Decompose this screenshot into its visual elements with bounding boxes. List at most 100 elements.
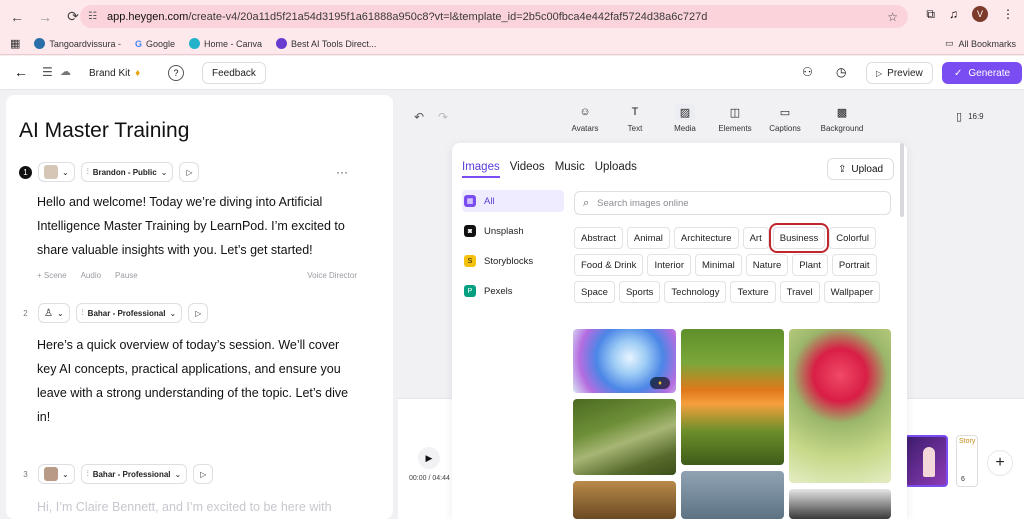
chevron-down-icon: ⌄ [62, 167, 69, 177]
scene-1-script[interactable]: Hello and welcome! Today we’re diving in… [37, 190, 357, 262]
generate-button[interactable]: ✓ Generate [942, 62, 1023, 84]
category-sports[interactable]: Sports [618, 281, 661, 303]
bookmark-canva[interactable]: Home - Canva [189, 38, 262, 49]
category-wallpaper[interactable]: Wallpaper [823, 281, 881, 303]
extensions-icon[interactable]: ⧉ [926, 7, 935, 22]
bookmark-ai-tools[interactable]: Best AI Tools Direct... [276, 38, 376, 49]
apps-grid-icon[interactable]: ▦ [10, 37, 20, 50]
scene-thumbnail[interactable] [904, 435, 948, 487]
play-scene-button[interactable]: ▷ [179, 162, 200, 182]
scene-number: 1 [19, 165, 32, 179]
tool-text[interactable]: T Text [610, 104, 660, 133]
media-scrollbar[interactable] [900, 143, 904, 217]
scene-thumbnail[interactable]: Story 6 [956, 435, 978, 487]
category-animal[interactable]: Animal [626, 227, 670, 249]
category-nature[interactable]: Nature [745, 254, 789, 276]
image-orange-flower[interactable] [681, 329, 784, 465]
tab-uploads[interactable]: Uploads [595, 161, 637, 178]
page-title[interactable]: AI Master Training [19, 119, 189, 143]
source-storyblocks[interactable]: S Storyblocks [462, 250, 564, 272]
tab-videos[interactable]: Videos [510, 161, 545, 178]
tab-music[interactable]: Music [555, 161, 585, 178]
back-arrow-icon[interactable]: ← [6, 6, 28, 28]
tab-images[interactable]: Images [462, 161, 500, 178]
avatar-select[interactable]: ♙ ⌄ [38, 303, 70, 323]
image-red-dahlia[interactable] [789, 329, 891, 483]
source-all[interactable]: ▦ All [462, 190, 564, 212]
image-field[interactable] [573, 481, 676, 519]
timeline-time: 00:00 / 04:44 [409, 475, 450, 482]
category-abstract[interactable]: Abstract [574, 227, 623, 249]
category-space[interactable]: Space [574, 281, 615, 303]
voice-select[interactable]: ⫶ Bahar - Professional ⌄ [75, 303, 183, 323]
category-colorful[interactable]: Colorful [829, 227, 877, 249]
tool-background[interactable]: ▩ Background [810, 104, 874, 134]
category-travel[interactable]: Travel [779, 281, 820, 303]
menu-icon[interactable]: ☰ [42, 65, 53, 79]
tool-elements[interactable]: ◫ Elements [710, 104, 760, 134]
bookmark-google[interactable]: G Google [135, 39, 175, 49]
star-icon[interactable]: ☆ [887, 10, 898, 24]
add-scene-icon[interactable]: + [988, 451, 1012, 475]
search-box: ⌕ [574, 191, 891, 215]
category-art[interactable]: Art [742, 227, 769, 249]
voice-select[interactable]: ⫶ Brandon - Public ⌄ [80, 162, 174, 182]
scene-2-script[interactable]: Here’s a quick overview of today’s sessi… [37, 333, 357, 429]
back-icon[interactable]: ← [14, 64, 28, 80]
tool-captions[interactable]: ▭ Captions [760, 104, 810, 134]
text-icon: T [631, 106, 639, 118]
pause-button[interactable]: Pause [115, 271, 138, 280]
all-bookmarks[interactable]: ▭ All Bookmarks [945, 38, 1016, 49]
avatar-select[interactable]: ⌄ [38, 162, 75, 182]
voice-select[interactable]: ⫶ Bahar - Professional ⌄ [80, 464, 188, 484]
redo-icon[interactable]: ↷ [438, 110, 448, 124]
category-technology[interactable]: Technology [664, 281, 727, 303]
avatar-select[interactable]: ⌄ [38, 464, 75, 484]
category-plant[interactable]: Plant [792, 254, 828, 276]
category-interior[interactable]: Interior [647, 254, 692, 276]
image-sky[interactable] [681, 471, 784, 519]
timeline-play-button[interactable]: ▶ [418, 447, 440, 469]
add-scene-button[interactable]: + Scene [37, 271, 67, 280]
bookmark-wordpress[interactable]: Tangoardvissura - [34, 38, 121, 49]
tool-media[interactable]: ▨ Media [660, 104, 710, 133]
brand-kit-button[interactable]: Brand Kit ♦ [80, 62, 150, 84]
play-icon: ▷ [876, 68, 883, 78]
feedback-button[interactable]: Feedback [202, 62, 266, 84]
play-scene-button[interactable]: ▷ [193, 464, 214, 484]
upload-button[interactable]: ⇪ Upload [827, 158, 895, 180]
image-grass[interactable] [573, 399, 676, 475]
media-control-icon[interactable]: ♫ [949, 7, 958, 21]
more-options-icon[interactable]: ··· [336, 165, 348, 179]
category-business[interactable]: Business [768, 223, 830, 253]
source-unsplash[interactable]: ◙ Unsplash [462, 220, 564, 242]
profile-avatar[interactable]: V [972, 6, 988, 22]
preview-button[interactable]: ▷ Preview [866, 62, 933, 84]
category-architecture[interactable]: Architecture [673, 227, 739, 249]
play-scene-button[interactable]: ▷ [188, 303, 209, 323]
category-portrait[interactable]: Portrait [831, 254, 877, 276]
tool-avatars[interactable]: ☺ Avatars [560, 104, 610, 133]
history-icon[interactable]: ◷ [836, 65, 846, 79]
add-user-icon[interactable]: ⚇ [802, 65, 813, 79]
menu-dots-icon[interactable]: ⋮ [1002, 7, 1014, 21]
upload-icon: ⇪ [838, 163, 847, 175]
undo-icon[interactable]: ↶ [414, 110, 424, 124]
forward-arrow-icon[interactable]: → [34, 6, 56, 28]
source-pexels[interactable]: P Pexels [462, 280, 564, 302]
address-bar[interactable]: ☷ app.heygen.com/create-v4/20a11d5f21a54… [80, 5, 908, 28]
voice-director-button[interactable]: Voice Director [307, 271, 357, 280]
site-info-icon[interactable]: ☷ [88, 11, 97, 22]
category-food-drink[interactable]: Food & Drink [574, 254, 644, 276]
category-minimal[interactable]: Minimal [695, 254, 742, 276]
wordpress-icon [34, 38, 46, 49]
audio-button[interactable]: Audio [81, 271, 101, 280]
search-input[interactable] [597, 197, 878, 209]
chevron-down-icon: ⌄ [62, 469, 69, 479]
image-abstract-blue[interactable]: ♦ [573, 329, 676, 393]
image-dark-portrait[interactable] [789, 489, 891, 519]
help-icon[interactable]: ? [168, 65, 184, 81]
category-texture[interactable]: Texture [730, 281, 776, 303]
scene-3-script[interactable]: Hi, I’m Claire Bennett, and I’m excited … [37, 495, 357, 519]
aspect-ratio-select[interactable]: ▯ 16:9 [956, 110, 984, 123]
